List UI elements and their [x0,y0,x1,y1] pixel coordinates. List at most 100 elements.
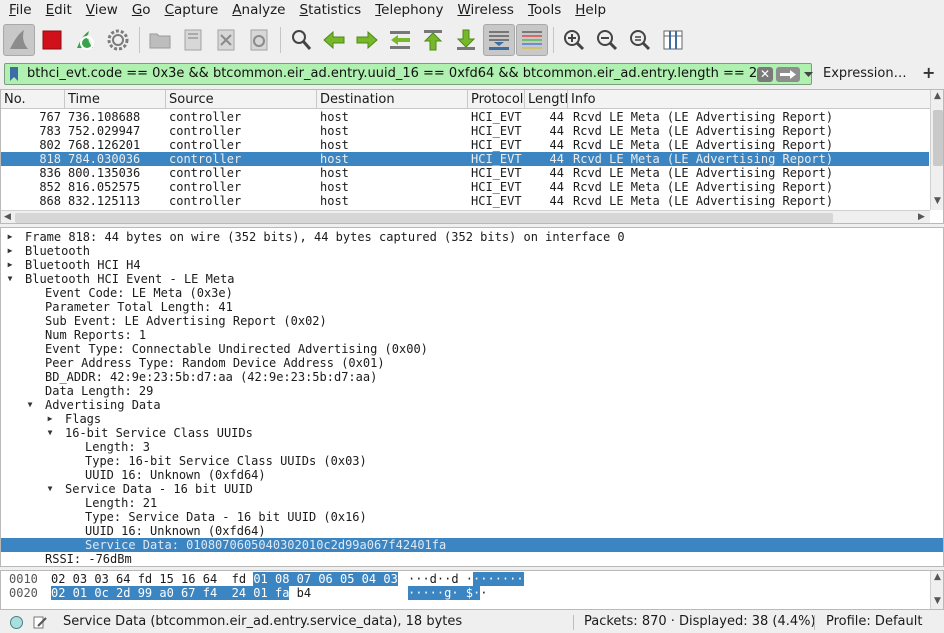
tree-item[interactable]: BD_ADDR: 42:9e:23:5b:d7:aa (42:9e:23:5b:… [1,370,943,384]
menu-wireless[interactable]: Wireless [450,0,521,20]
profile-selector[interactable]: Profile: Default [826,614,922,629]
go-forward-button[interactable] [351,24,383,56]
collapsed-arrow-icon[interactable]: ▶ [45,412,55,426]
hex-bytes[interactable]: 02 01 0c 2d 99 a0 67 f4 24 01 fa b4 [51,586,311,600]
column-header-info[interactable]: Info [568,90,930,109]
tree-item[interactable]: ▶ Frame 818: 44 bytes on wire (352 bits),… [1,230,943,244]
packet-row[interactable]: 836 800.135036 controller host HCI_EVT 44 Rcvd… [1,166,929,180]
zoom-out-button[interactable] [591,24,623,56]
packet-row[interactable]: 868 832.125113 controller host HCI_EVT 44 Rcvd… [1,194,929,208]
tree-item[interactable]: Type: 16-bit Service Class UUIDs (0x03) [1,454,943,468]
autoscroll-button[interactable] [483,24,515,56]
column-header-protocol[interactable]: Protocol [468,90,525,109]
tree-item[interactable]: ▶ Bluetooth HCI H4 [1,258,943,272]
tree-item[interactable]: ▶ Bluetooth [1,244,943,258]
expanded-arrow-icon[interactable]: ▼ [25,398,35,412]
tree-item[interactable]: UUID 16: Unknown (0xfd64) [1,524,943,538]
display-filter-text[interactable]: bthci_evt.code == 0x3e && btcommon.eir_a… [27,66,765,81]
tree-item[interactable]: Data Length: 29 [1,384,943,398]
apply-filter-button[interactable] [776,67,800,82]
menu-file[interactable]: File [2,0,39,20]
menu-statistics[interactable]: Statistics [292,0,368,20]
tree-item[interactable]: UUID 16: Unknown (0xfd64) [1,468,943,482]
add-filter-button[interactable]: + [922,63,935,82]
packet-list-horizontal-scrollbar[interactable]: ◀ ▶ [1,210,930,223]
tree-item[interactable]: ▼ 16-bit Service Class UUIDs [1,426,943,440]
tree-item[interactable]: ▼ Advertising Data [1,398,943,412]
scrollbar-thumb[interactable] [933,110,943,166]
expanded-arrow-icon[interactable]: ▼ [45,426,55,440]
menu-capture[interactable]: Capture [158,0,226,20]
resize-columns-button[interactable] [657,24,689,56]
menu-edit[interactable]: Edit [39,0,79,20]
collapsed-arrow-icon[interactable]: ▶ [5,230,15,244]
column-header-destination[interactable]: Destination [317,90,468,109]
tree-item[interactable]: Parameter Total Length: 41 [1,300,943,314]
collapsed-arrow-icon[interactable]: ▶ [5,244,15,258]
tree-item[interactable]: Length: 21 [1,496,943,510]
edit-comment-icon[interactable] [33,615,47,629]
stop-capture-button[interactable] [36,24,68,56]
expert-info-led-icon[interactable] [10,616,23,629]
open-file-button[interactable] [144,24,176,56]
tree-item[interactable]: Length: 3 [1,440,943,454]
tree-item[interactable]: Type: Service Data - 16 bit UUID (0x16) [1,510,943,524]
tree-item[interactable]: ▶ Flags [1,412,943,426]
reload-file-button[interactable] [243,24,275,56]
menu-telephony[interactable]: Telephony [368,0,450,20]
tree-item[interactable]: Service Data: 0108070605040302010c2d99a0… [1,538,943,552]
scroll-down-icon[interactable]: ▼ [934,596,941,606]
tree-item[interactable]: Event Code: LE Meta (0x3e) [1,286,943,300]
packet-row[interactable]: 783 752.029947 controller host HCI_EVT 44 Rcvd… [1,124,929,138]
menu-view[interactable]: View [79,0,125,20]
scroll-down-icon[interactable]: ▼ [934,196,941,206]
scrollbar-thumb[interactable] [15,213,833,223]
display-filter-input[interactable]: bthci_evt.code == 0x3e && btcommon.eir_a… [4,63,813,85]
column-header-source[interactable]: Source [166,90,317,109]
column-header-time[interactable]: Time [65,90,166,109]
tree-item[interactable]: Peer Address Type: Random Device Address… [1,356,943,370]
go-to-packet-button[interactable] [384,24,416,56]
column-header-no[interactable]: No. [1,90,65,109]
close-file-button[interactable] [210,24,242,56]
packet-list-vertical-scrollbar[interactable]: ▲ ▼ [930,90,943,210]
menu-analyze[interactable]: Analyze [225,0,292,20]
packet-row[interactable]: 818 784.030036 controller host HCI_EVT 44 Rcvd… [1,152,929,166]
menu-tools[interactable]: Tools [521,0,568,20]
tree-item[interactable]: ▼ Service Data - 16 bit UUID [1,482,943,496]
go-last-packet-button[interactable] [450,24,482,56]
menu-go[interactable]: Go [125,0,158,20]
scroll-up-icon[interactable]: ▲ [934,91,941,101]
go-first-packet-button[interactable] [417,24,449,56]
collapsed-arrow-icon[interactable]: ▶ [5,258,15,272]
zoom-in-button[interactable] [558,24,590,56]
column-header-length[interactable]: Length [525,90,568,109]
start-capture-button[interactable] [3,24,35,56]
restart-capture-button[interactable] [69,24,101,56]
hex-bytes[interactable]: 02 03 03 64 fd 15 16 64 fd 01 08 07 06 0… [51,572,398,586]
normal-size-button[interactable] [624,24,656,56]
tree-item[interactable]: RSSI: -76dBm [1,552,943,566]
ascii-bytes[interactable]: ·····g· $·· [408,586,487,600]
scroll-left-icon[interactable]: ◀ [4,212,11,222]
scroll-right-icon[interactable]: ▶ [918,212,925,222]
menu-help[interactable]: Help [568,0,613,20]
go-back-button[interactable] [318,24,350,56]
find-packet-button[interactable] [285,24,317,56]
tree-item[interactable]: Sub Event: LE Advertising Report (0x02) [1,314,943,328]
tree-item[interactable]: Event Type: Connectable Undirected Adver… [1,342,943,356]
tree-item[interactable]: ▼ Bluetooth HCI Event - LE Meta [1,272,943,286]
expression-button[interactable]: Expression… [823,66,907,81]
expanded-arrow-icon[interactable]: ▼ [5,272,15,286]
packet-row[interactable]: 767 736.108688 controller host HCI_EVT 44 Rcvd… [1,110,929,124]
scroll-up-icon[interactable]: ▲ [934,572,941,582]
expanded-arrow-icon[interactable]: ▼ [45,482,55,496]
save-file-button[interactable] [177,24,209,56]
chevron-down-icon[interactable] [804,70,813,79]
bookmark-icon[interactable] [9,67,19,81]
capture-options-button[interactable] [102,24,134,56]
clear-filter-button[interactable]: ✕ [757,67,773,82]
bytes-vertical-scrollbar[interactable]: ▲ ▼ [930,571,943,609]
colorize-button[interactable] [516,24,548,56]
packet-row[interactable]: 852 816.052575 controller host HCI_EVT 44 Rcvd… [1,180,929,194]
